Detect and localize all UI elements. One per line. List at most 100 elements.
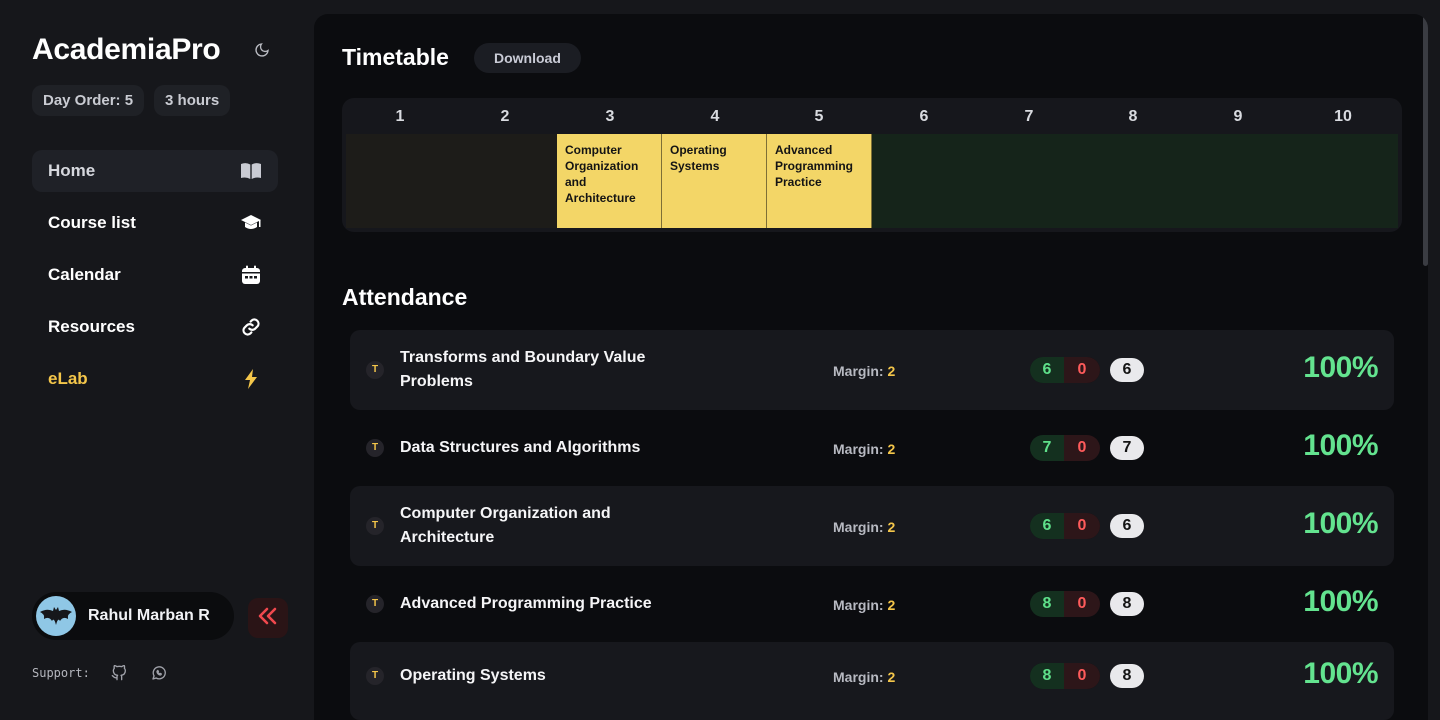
chevrons-left-icon: [258, 607, 278, 630]
attendance-counts: 7 0 7: [1030, 435, 1144, 461]
margin-value: 2: [887, 441, 896, 457]
hours-badge: 3 hours: [154, 85, 231, 116]
attendance-row[interactable]: T Transforms and Boundary Value Problems…: [350, 330, 1394, 410]
calendar-icon: [240, 264, 262, 286]
support-links: Support:: [32, 662, 178, 684]
attendance-row[interactable]: T Computer Organization and Architecture…: [350, 486, 1394, 566]
moon-icon[interactable]: [253, 41, 271, 59]
margin-value: 2: [887, 669, 896, 685]
collapse-sidebar-button[interactable]: [248, 598, 288, 638]
margin-info: Margin: 2: [833, 441, 895, 457]
course-name: Advanced Programming Practice: [400, 595, 652, 612]
present-absent-pill: 7 0: [1030, 435, 1100, 461]
sidebar-item-label: Home: [48, 161, 96, 180]
support-label: Support:: [32, 666, 90, 680]
status-chips: Day Order: 5 3 hours: [32, 85, 231, 116]
present-absent-pill: 6 0: [1030, 357, 1100, 383]
margin-value: 2: [887, 597, 896, 613]
period-header: 1 2 3 4 5 6 7 8 9 10: [342, 98, 1402, 134]
github-icon[interactable]: [108, 662, 130, 684]
course-name: Operating Systems: [400, 667, 546, 684]
period-number: 5: [814, 108, 824, 125]
course-type-badge: T: [366, 595, 384, 613]
whatsapp-icon[interactable]: [148, 662, 170, 684]
app-title: AcademiaPro: [32, 33, 221, 66]
margin-info: Margin: 2: [833, 597, 895, 613]
sidebar-item-label: Course list: [48, 213, 136, 232]
sidebar-item-home[interactable]: Home: [32, 150, 278, 192]
absent-count: 0: [1064, 357, 1100, 383]
period-number: 2: [500, 108, 510, 125]
margin-label: Margin:: [833, 597, 884, 613]
total-count: 8: [1110, 664, 1144, 688]
period-number: 7: [1024, 108, 1034, 125]
margin-info: Margin: 2: [833, 363, 895, 379]
period-number: 1: [395, 108, 405, 125]
margin-info: Margin: 2: [833, 669, 895, 685]
period-number: 3: [605, 108, 615, 125]
attendance-percent: 100%: [1303, 657, 1378, 690]
course-type-badge: T: [366, 667, 384, 685]
course-type-badge: T: [366, 439, 384, 457]
class-slot[interactable]: Computer Organization and Architecture: [557, 134, 662, 228]
attendance-counts: 8 0 8: [1030, 591, 1144, 617]
period-number: 9: [1233, 108, 1243, 125]
attendance-counts: 6 0 6: [1030, 513, 1144, 539]
book-open-icon: [240, 160, 262, 182]
attendance-title: Attendance: [342, 284, 468, 310]
absent-count: 0: [1064, 435, 1100, 461]
sidebar-item-resources[interactable]: Resources: [32, 306, 278, 348]
user-name: Rahul Marban R: [88, 607, 210, 624]
total-count: 7: [1110, 436, 1144, 460]
free-slot: [872, 134, 1398, 228]
period-number: 8: [1128, 108, 1138, 125]
day-order-badge: Day Order: 5: [32, 85, 145, 116]
total-count: 6: [1110, 514, 1144, 538]
link-icon: [240, 316, 262, 338]
main-panel: Timetable Download 1 2 3 4 5 6 7 8 9 10 …: [314, 14, 1428, 720]
attendance-percent: 100%: [1303, 585, 1378, 618]
absent-count: 0: [1064, 663, 1100, 689]
present-absent-pill: 6 0: [1030, 513, 1100, 539]
total-count: 6: [1110, 358, 1144, 382]
present-count: 8: [1030, 663, 1064, 689]
scrollbar-thumb[interactable]: [1423, 14, 1428, 266]
attendance-row[interactable]: T Data Structures and Algorithms Margin:…: [350, 410, 1394, 486]
present-count: 6: [1030, 513, 1064, 539]
free-slot: [346, 134, 557, 228]
margin-value: 2: [887, 363, 896, 379]
graduation-cap-icon: [240, 212, 262, 234]
attendance-row[interactable]: T Operating Systems Margin: 2 8 0 8 100%: [350, 642, 1394, 720]
present-absent-pill: 8 0: [1030, 591, 1100, 617]
user-profile[interactable]: Rahul Marban R: [32, 592, 234, 640]
margin-value: 2: [887, 519, 896, 535]
sidebar-item-label: Resources: [48, 317, 135, 336]
avatar: [36, 596, 76, 636]
attendance-percent: 100%: [1303, 351, 1378, 384]
present-absent-pill: 8 0: [1030, 663, 1100, 689]
attendance-row[interactable]: T Advanced Programming Practice Margin: …: [350, 566, 1394, 640]
absent-count: 0: [1064, 591, 1100, 617]
margin-label: Margin:: [833, 669, 884, 685]
period-number: 10: [1334, 108, 1352, 125]
sidebar-item-calendar[interactable]: Calendar: [32, 254, 278, 296]
timetable-grid: 1 2 3 4 5 6 7 8 9 10 Computer Organizati…: [342, 98, 1402, 232]
margin-info: Margin: 2: [833, 519, 895, 535]
sidebar-nav: Home Course list Calendar Resources eLab: [32, 150, 278, 410]
download-button[interactable]: Download: [474, 43, 581, 73]
sidebar-item-label: eLab: [48, 369, 88, 388]
sidebar-item-elab[interactable]: eLab: [32, 358, 278, 400]
period-number: 4: [710, 108, 720, 125]
margin-label: Margin:: [833, 441, 884, 457]
class-slot[interactable]: Operating Systems: [662, 134, 767, 228]
attendance-counts: 6 0 6: [1030, 357, 1144, 383]
sidebar-item-course-list[interactable]: Course list: [32, 202, 278, 244]
present-count: 8: [1030, 591, 1064, 617]
course-name: Computer Organization and Architecture: [400, 505, 611, 546]
sidebar: AcademiaPro Day Order: 5 3 hours Home Co…: [0, 0, 314, 720]
attendance-counts: 8 0 8: [1030, 663, 1144, 689]
class-slot[interactable]: Advanced Programming Practice: [767, 134, 872, 228]
margin-label: Margin:: [833, 519, 884, 535]
margin-label: Margin:: [833, 363, 884, 379]
present-count: 7: [1030, 435, 1064, 461]
